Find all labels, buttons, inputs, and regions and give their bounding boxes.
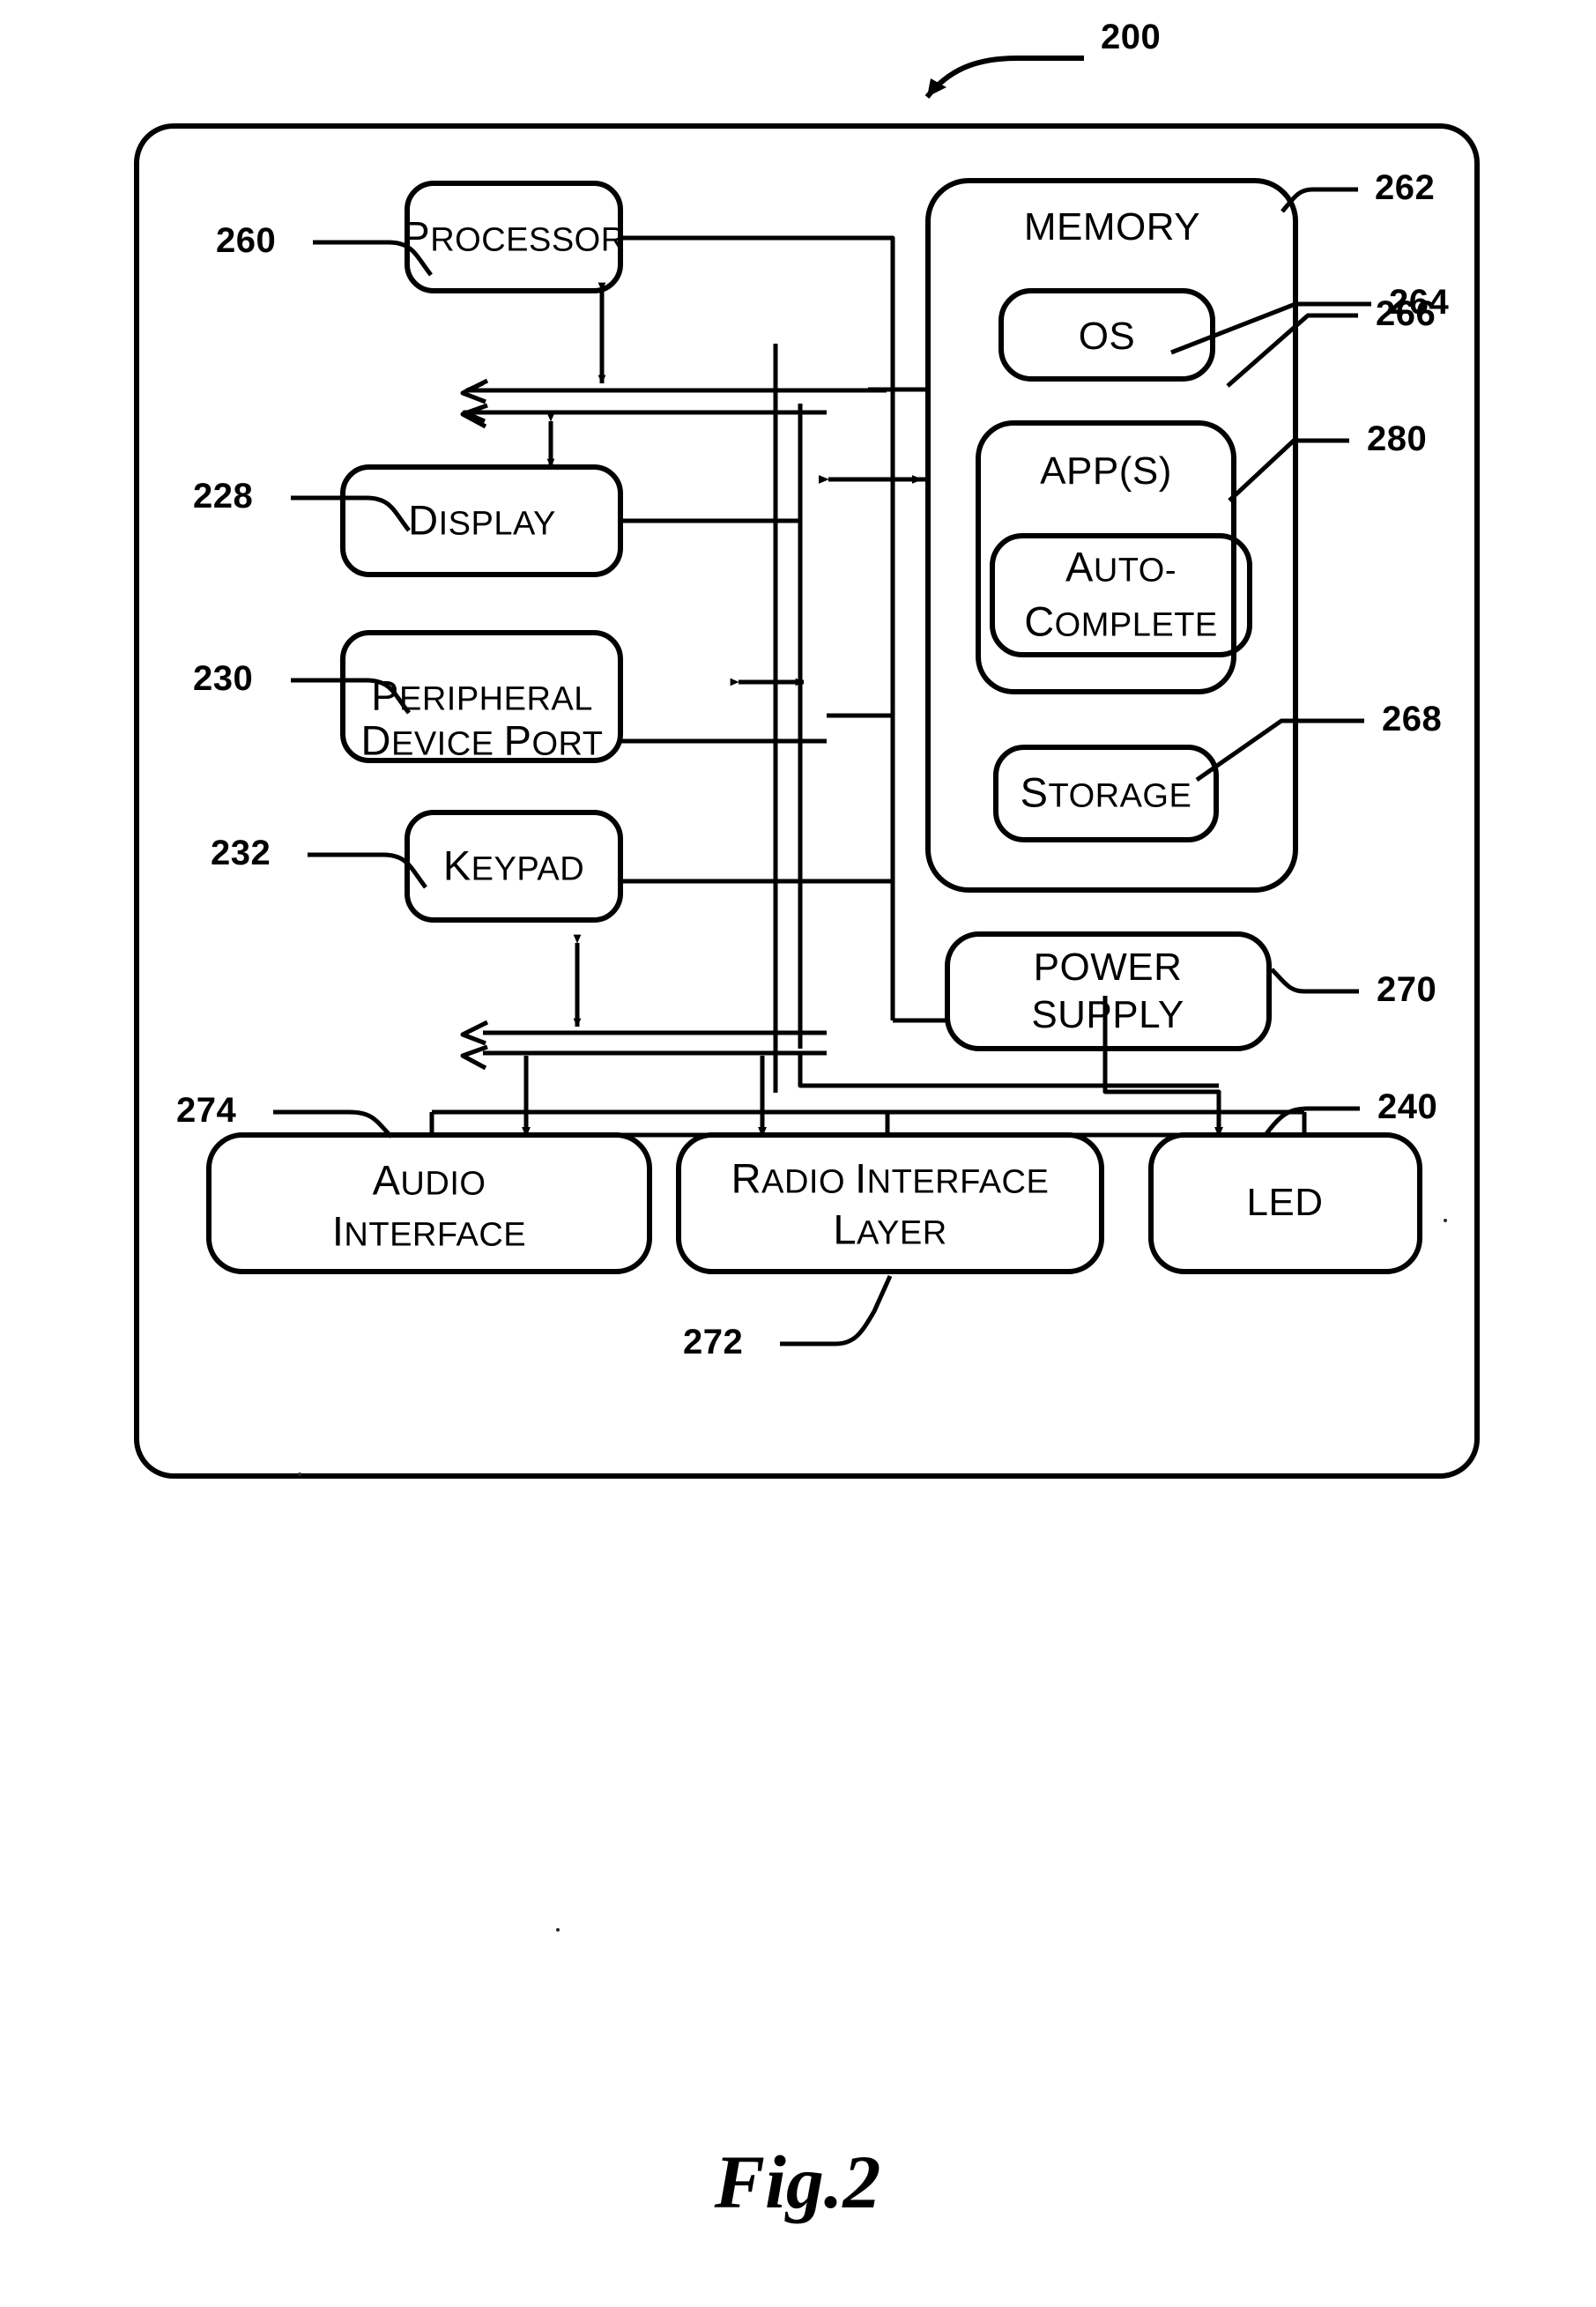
leader-270 <box>1270 968 1359 994</box>
leader-280 <box>1228 438 1349 502</box>
rail-b-drop <box>798 1053 1219 1088</box>
patent-figure-2: 200 260 228 230 232 274 272 262 264 266 … <box>0 0 1596 2307</box>
storage-label: STORAGE <box>1020 768 1192 816</box>
scan-speck-1 <box>298 1472 301 1476</box>
leader-200 <box>924 56 1084 99</box>
ref-270: 270 <box>1377 970 1437 1009</box>
leader-268 <box>1195 718 1364 783</box>
auto-complete-label-2: COMPLETE <box>1024 597 1218 645</box>
ref-232: 232 <box>211 834 271 872</box>
audio-interface-label: AUDIO <box>372 1156 486 1204</box>
scan-speck-3 <box>1444 1219 1447 1222</box>
ref-260: 260 <box>216 221 277 260</box>
leader-272 <box>780 1274 893 1346</box>
power-supply-label-2: SUPPLY <box>1031 993 1184 1037</box>
ref-262: 262 <box>1375 168 1436 207</box>
os-label: OS <box>1078 315 1136 359</box>
bus-lower-chevron2 <box>460 1044 488 1071</box>
ref-266: 266 <box>1376 294 1436 333</box>
radio-interface-layer-label-2: LAYER <box>833 1205 947 1253</box>
ref-228: 228 <box>193 477 254 516</box>
audio-interface-label-2: INTERFACE <box>331 1207 527 1255</box>
scan-speck-2 <box>556 1928 560 1932</box>
peripheral-device-port-label: PERIPHERAL <box>371 671 593 719</box>
figure-caption: Fig.2 <box>714 2140 881 2224</box>
led-label: LED <box>1246 1181 1324 1225</box>
power-supply-label: POWER <box>1033 946 1183 990</box>
display-label: DISPLAY <box>408 496 556 544</box>
auto-complete-label: AUTO- <box>1065 543 1177 590</box>
keypad-label: KEYPAD <box>442 842 585 889</box>
ref-230: 230 <box>193 659 254 698</box>
ref-268: 268 <box>1382 700 1443 738</box>
processor-label: PPROCESSORROCESSOR <box>402 212 626 260</box>
figure-line-art <box>134 56 1480 1479</box>
apps-label: APP(S) <box>1040 449 1172 493</box>
ref-200: 200 <box>1101 18 1162 56</box>
ref-274: 274 <box>176 1091 237 1130</box>
radio-interface-layer-label: RADIO INTERFACE <box>731 1154 1050 1202</box>
memory-label: MEMORY <box>1023 205 1201 249</box>
peripheral-device-port-label-2: DEVICE PORT <box>360 716 604 764</box>
processor-to-bus <box>620 235 895 1020</box>
ref-272: 272 <box>683 1323 744 1361</box>
leader-228 <box>291 495 411 532</box>
ref-280: 280 <box>1367 419 1428 458</box>
ref-240: 240 <box>1377 1087 1438 1126</box>
